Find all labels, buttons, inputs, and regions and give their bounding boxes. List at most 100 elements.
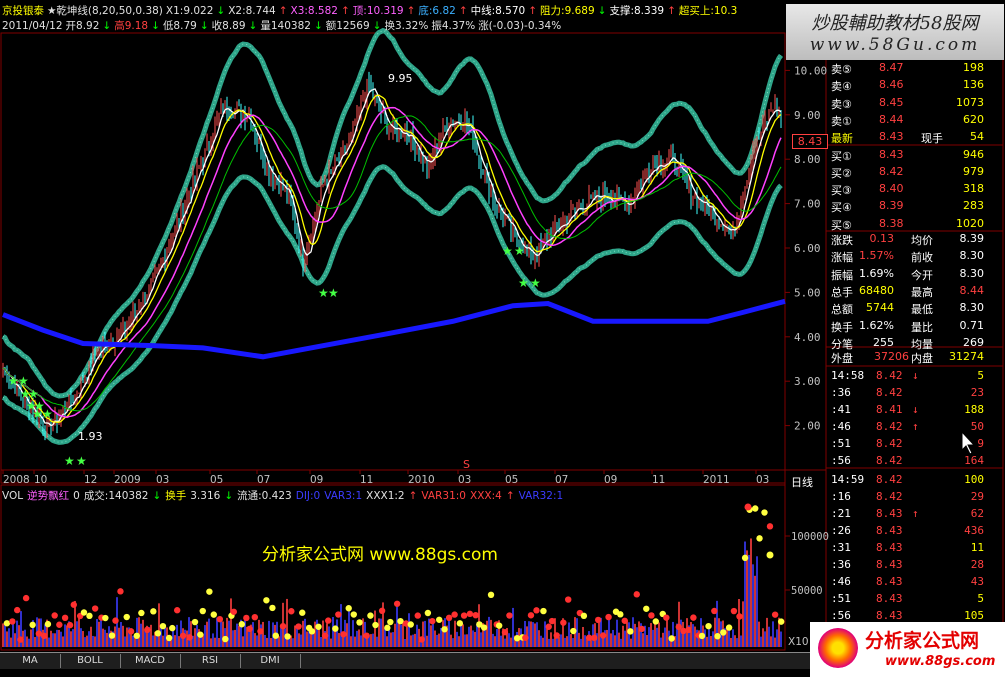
tick-row: :46 8.42 ↑ 50 [829,419,989,436]
volume-dot [714,633,721,640]
ma20-line [2,106,782,419]
volume-dot [711,607,718,615]
tab-boll[interactable]: BOLL [60,654,121,668]
annotation-low: 1.93 [78,430,103,443]
volume-dot [295,623,302,630]
volume-dot [548,617,556,625]
volume-dot [150,608,157,615]
volume-dot [451,611,458,618]
tick-volume: 100 [964,473,984,486]
header.line1-seg: ↓ [216,5,226,17]
tab-rsi[interactable]: RSI [180,654,241,668]
tick-time: :46 [831,575,851,588]
volume-axis-label: 50000 [791,585,823,597]
volume-dot [363,632,370,639]
volume-dot [617,611,624,618]
stat-value: 255 [873,335,894,349]
volume-dot [560,619,567,626]
outer-label: 外盘 [831,352,853,365]
tick-price: 8.42 [876,420,903,433]
volume-dot [690,614,697,621]
stat-value: 5744 [866,301,894,315]
ob-volume: 1020 [956,216,984,230]
orderbook-row: 卖④ 8.46 136 [829,77,989,94]
volume_header-seg: 成交:140382 [83,490,149,502]
volume-dot [9,618,16,625]
volume-dot [299,609,306,616]
volume-dot [378,607,386,615]
tick-arrow: ↑ [912,420,919,433]
marker-s: S [463,458,470,471]
volume_header-seg: 3.316 [190,490,221,502]
volume-dot [387,618,394,626]
header.line2-seg: ↓ [372,20,382,32]
header.line1-seg: 超买上:10.3 [678,5,738,17]
tick-time: :51 [831,592,851,605]
current-price-tag: 8.43 [792,134,828,149]
tab-ma[interactable]: MA [0,654,61,668]
volume-dot [407,621,414,628]
tick-row: :26 8.43 436 [829,523,989,540]
stat-label: 换手 [831,320,853,334]
ob-mid: 现手 [921,132,943,146]
volume-dot [238,621,245,628]
tick-row: :31 8.43 11 [829,540,989,557]
ob-label: 买② [831,166,852,180]
price-axis-label: 4.00 [794,331,821,344]
volume-dot [216,615,224,623]
tick-row: :36 8.42 23 [829,385,989,402]
tick-price: 8.43 [876,541,903,554]
time-axis-label: 2008 [3,474,30,486]
header.line2-seg: ↓ [313,20,323,32]
tab-dmi[interactable]: DMI [240,654,301,668]
orderbook-row: 买① 8.43 946 [829,147,989,164]
tick-volume: 23 [970,386,984,399]
time-axis-label: 03 [458,474,471,486]
volume-dot [263,597,270,604]
volume-dot [165,634,173,642]
volume-dot [533,607,540,614]
header.line1-seg: 底:6.82 [418,5,456,17]
time-axis-label: 09 [310,474,323,486]
star-marker: ★ [530,276,541,290]
price-axis-label: 7.00 [794,198,821,211]
time-axis-label: 03 [756,474,769,486]
ob-price: 8.47 [879,61,904,74]
tick-row: :56 8.42 164 [829,453,989,470]
header.line1-seg: 中线:8.570 [470,5,526,17]
header.line1-seg: ↑ [528,5,538,17]
ob-label: 卖⑤ [831,63,852,76]
ob-label: 卖④ [831,80,852,94]
volume-dot [756,535,763,542]
tab-macd[interactable]: MACD [120,654,181,668]
ob-price: 8.46 [879,78,904,92]
tick-volume: 29 [970,490,984,503]
tick-time: 14:59 [831,473,865,486]
volume-dot [599,632,607,639]
volume-dot [565,596,572,603]
tick-row: :16 8.42 29 [829,489,989,506]
volume-dot [441,626,448,633]
header.line1-seg: ↑ [406,5,416,17]
volume-dot [169,624,176,632]
tick-price: 8.43 [876,592,903,605]
volume-dot [56,621,63,628]
volume-dot [269,604,276,612]
volume-dot [553,632,560,639]
star-marker: ★ [514,244,525,258]
volume-dot [308,628,316,635]
header.line1-seg: 支撑:8.339 [609,5,665,17]
stat-label: 总手 [831,285,853,299]
stat-value: 68480 [859,283,894,297]
volume-dot [154,630,162,637]
volume-dot [771,611,779,618]
volume_header-seg: ↑ [408,490,418,502]
volume-dot [633,591,640,598]
tick-volume: 62 [970,507,984,520]
tick-volume: 5 [977,369,984,382]
volume-dot [3,620,11,627]
volume-dot [725,624,733,631]
volume-dot [472,611,479,619]
star-marker: ★ [18,374,29,388]
volume_header-seg: 0 [73,490,80,502]
